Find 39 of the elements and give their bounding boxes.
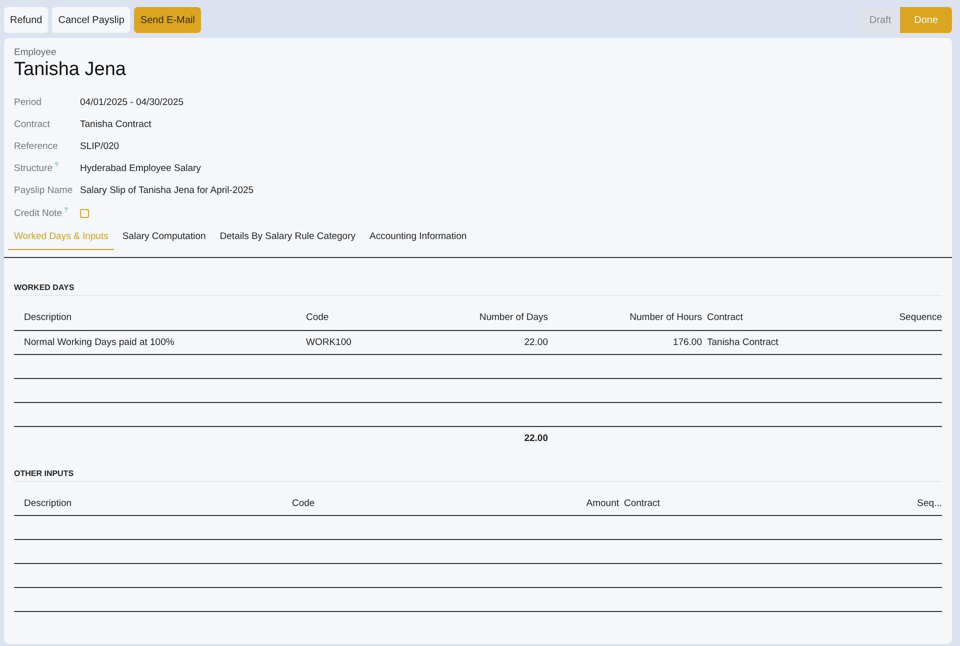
field-label: Employee <box>14 47 58 58</box>
action-button[interactable]: Refund <box>4 7 48 33</box>
checkbox[interactable] <box>80 208 89 218</box>
column-header[interactable]: Sequence <box>862 306 942 330</box>
field-value: Salary Slip of Tanisha Jena for April-2025 <box>80 185 254 196</box>
action-button[interactable]: Send E-Mail <box>134 7 201 33</box>
field-label: Contract <box>14 118 50 130</box>
table-cell-text: Normal Working Days paid at 100% <box>23 336 176 350</box>
field-label: Structure <box>14 163 53 174</box>
field-label: Period <box>14 96 42 108</box>
field-label: Credit Note <box>14 208 62 219</box>
total-cell-text: 22.00 <box>523 432 548 446</box>
tab[interactable]: Details By Salary Rule Category <box>214 230 362 250</box>
field-value: Tanisha Contract <box>80 118 152 130</box>
tab[interactable]: Salary Computation <box>116 230 212 250</box>
section-title: WORKED DAYS <box>14 283 942 296</box>
field-value: Hyderabad Employee Salary <box>80 163 201 174</box>
column-header[interactable]: Number of Hours <box>548 306 702 330</box>
column-header[interactable]: Code <box>292 492 522 516</box>
action-button[interactable]: Cancel Payslip <box>52 7 130 33</box>
table-cell-text: WORK100 <box>306 336 352 350</box>
field-label: Payslip Name <box>14 185 73 196</box>
column-header[interactable]: Amount <box>522 492 619 516</box>
column-header[interactable]: Description <box>14 306 306 330</box>
table-cell-text: 176.00 <box>672 336 702 350</box>
field-label: Reference <box>14 140 58 152</box>
employee-name: Tanisha Jena <box>14 59 127 81</box>
tab[interactable]: Accounting Information <box>363 230 473 250</box>
column-header[interactable]: Number of Days <box>426 306 548 330</box>
section-title: OTHER INPUTS <box>14 468 942 482</box>
table-cell-text: Tanisha Contract <box>706 336 780 350</box>
column-header[interactable]: Description <box>14 492 292 516</box>
table-cell-text: 22.00 <box>523 336 548 350</box>
column-header[interactable]: Seq... <box>862 492 942 516</box>
field-value: SLIP/020 <box>80 140 120 152</box>
column-header[interactable]: Contract <box>702 306 862 330</box>
column-header[interactable]: Code <box>306 306 426 330</box>
field-value: 04/01/2025 - 04/30/2025 <box>80 96 184 108</box>
column-header[interactable]: Contract <box>619 492 862 516</box>
